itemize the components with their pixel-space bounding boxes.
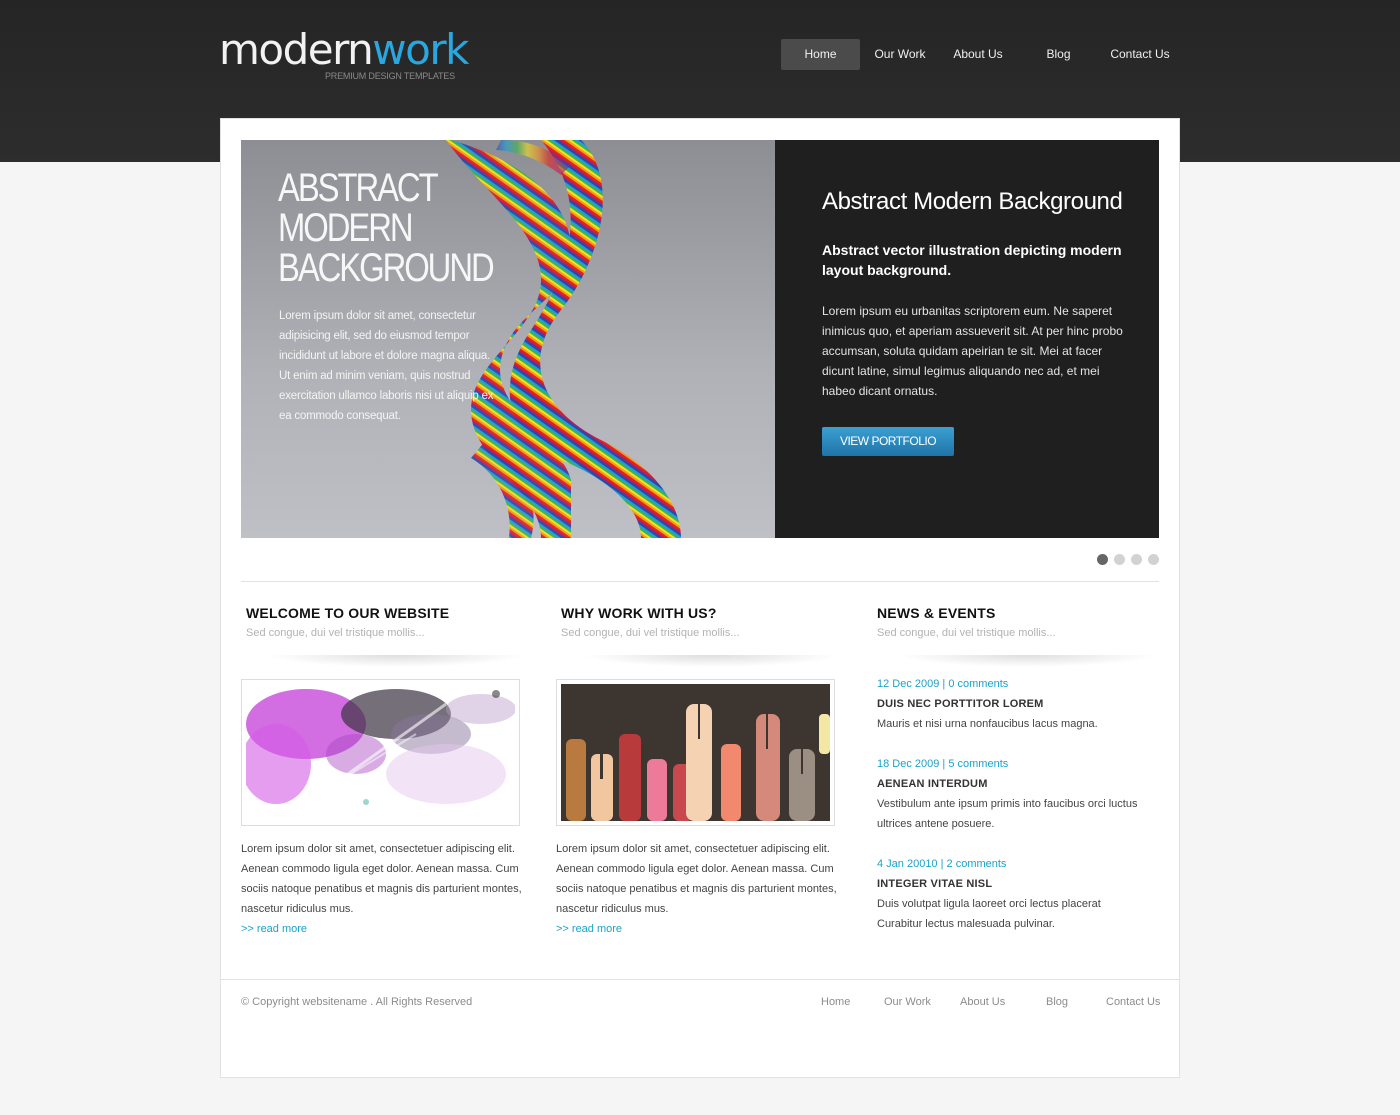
nav-contact-us[interactable]: Contact Us	[1101, 39, 1179, 70]
slide-image-heading: ABSTRACT MODERN BACKGROUND	[278, 166, 495, 290]
slide-heading-line: ABSTRACT	[278, 166, 439, 210]
slider-dot[interactable]	[1114, 554, 1125, 565]
news-title: INTEGER VITAE NISL	[877, 878, 993, 890]
view-portfolio-button[interactable]: VIEW PORTFOLIO	[822, 427, 954, 456]
news-body: Duis volutpat ligula laoreet orci lectus…	[877, 898, 1101, 930]
heading-shadow	[266, 655, 526, 667]
why-work-image[interactable]	[556, 679, 835, 826]
column-subtitle: Sed congue, dui vel tristique mollis...	[877, 627, 1056, 639]
footer-divider	[221, 979, 1179, 980]
news-item: 18 Dec 2009 | 5 comments AENEAN INTERDUM…	[877, 754, 1147, 834]
news-date-comments[interactable]: 12 Dec 2009 | 0 comments	[877, 674, 1147, 694]
logo-word-modern: modern	[219, 25, 374, 74]
slide-caption-panel: Abstract Modern Background Abstract vect…	[775, 140, 1159, 538]
slide-heading-line: BACKGROUND	[278, 246, 495, 290]
footer-nav-blog[interactable]: Blog	[1046, 996, 1068, 1008]
nav-home[interactable]: Home	[781, 39, 860, 70]
news-item: 4 Jan 20010 | 2 comments INTEGER VITAE N…	[877, 854, 1147, 934]
welcome-text-block: Lorem ipsum dolor sit amet, consectetuer…	[241, 839, 523, 939]
logo-tagline: PREMIUM DESIGN TEMPLATES	[325, 71, 455, 81]
slider-dot[interactable]	[1097, 554, 1108, 565]
section-divider	[241, 581, 1159, 582]
news-body: Vestibulum ante ipsum primis into faucib…	[877, 798, 1138, 830]
footer-nav-about-us[interactable]: About Us	[960, 996, 1005, 1008]
heading-shadow	[581, 655, 841, 667]
read-more-link[interactable]: >> read more	[241, 919, 523, 939]
slider-dot[interactable]	[1131, 554, 1142, 565]
news-date-comments[interactable]: 4 Jan 20010 | 2 comments	[877, 854, 1147, 874]
column-title: WHY WORK WITH US?	[561, 605, 717, 621]
content-panel: ABSTRACT MODERN BACKGROUND Lorem ipsum d…	[220, 118, 1180, 1078]
featured-slider: ABSTRACT MODERN BACKGROUND Lorem ipsum d…	[241, 140, 1159, 538]
footer-nav-contact-us[interactable]: Contact Us	[1106, 996, 1160, 1008]
site-logo[interactable]: modernwork PREMIUM DESIGN TEMPLATES	[219, 25, 469, 82]
heading-shadow	[897, 655, 1157, 667]
column-subtitle: Sed congue, dui vel tristique mollis...	[561, 627, 740, 639]
news-date-comments[interactable]: 18 Dec 2009 | 5 comments	[877, 754, 1147, 774]
footer-nav-home[interactable]: Home	[821, 996, 850, 1008]
news-title: AENEAN INTERDUM	[877, 778, 988, 790]
column-body-text: Lorem ipsum dolor sit amet, consectetuer…	[241, 843, 522, 915]
news-column-header: NEWS & EVENTS Sed congue, dui vel tristi…	[877, 605, 1056, 639]
news-title: DUIS NEC PORTTITOR LOREM	[877, 698, 1044, 710]
slide-image: ABSTRACT MODERN BACKGROUND Lorem ipsum d…	[241, 140, 775, 538]
slide-heading-line: MODERN	[278, 206, 414, 250]
news-item: 12 Dec 2009 | 0 comments DUIS NEC PORTTI…	[877, 674, 1147, 734]
raised-hands-image	[561, 684, 830, 821]
welcome-image[interactable]	[241, 679, 520, 826]
slide-title: Abstract Modern Background	[822, 188, 1123, 215]
welcome-column-header: WELCOME TO OUR WEBSITE Sed congue, dui v…	[246, 605, 449, 639]
news-list: 12 Dec 2009 | 0 comments DUIS NEC PORTTI…	[877, 674, 1147, 954]
read-more-link[interactable]: >> read more	[556, 919, 838, 939]
column-subtitle: Sed congue, dui vel tristique mollis...	[246, 627, 425, 639]
logo-word-work: work	[372, 25, 469, 74]
column-body-text: Lorem ipsum dolor sit amet, consectetuer…	[556, 843, 837, 915]
slide-subtitle: Abstract vector illustration depicting m…	[822, 242, 1122, 278]
copyright-text: © Copyright websitename . All Rights Res…	[241, 996, 473, 1008]
nav-our-work[interactable]: Our Work	[860, 39, 940, 70]
why-work-text-block: Lorem ipsum dolor sit amet, consectetuer…	[556, 839, 838, 939]
why-work-column-header: WHY WORK WITH US? Sed congue, dui vel tr…	[561, 605, 740, 639]
news-body: Mauris et nisi urna nonfaucibus lacus ma…	[877, 718, 1098, 730]
slider-dot[interactable]	[1148, 554, 1159, 565]
logo-wordmark: modernwork	[219, 25, 469, 74]
column-title: NEWS & EVENTS	[877, 605, 996, 621]
footer-nav-our-work[interactable]: Our Work	[884, 996, 931, 1008]
nav-blog[interactable]: Blog	[1021, 39, 1096, 70]
column-title: WELCOME TO OUR WEBSITE	[246, 605, 450, 621]
nav-about-us[interactable]: About Us	[940, 39, 1016, 70]
purple-ink-splash-image	[246, 684, 515, 821]
slide-image-text: Lorem ipsum dolor sit amet, consectetur …	[279, 310, 494, 422]
slide-description: Lorem ipsum eu urbanitas scriptorem eum.…	[822, 304, 1123, 398]
